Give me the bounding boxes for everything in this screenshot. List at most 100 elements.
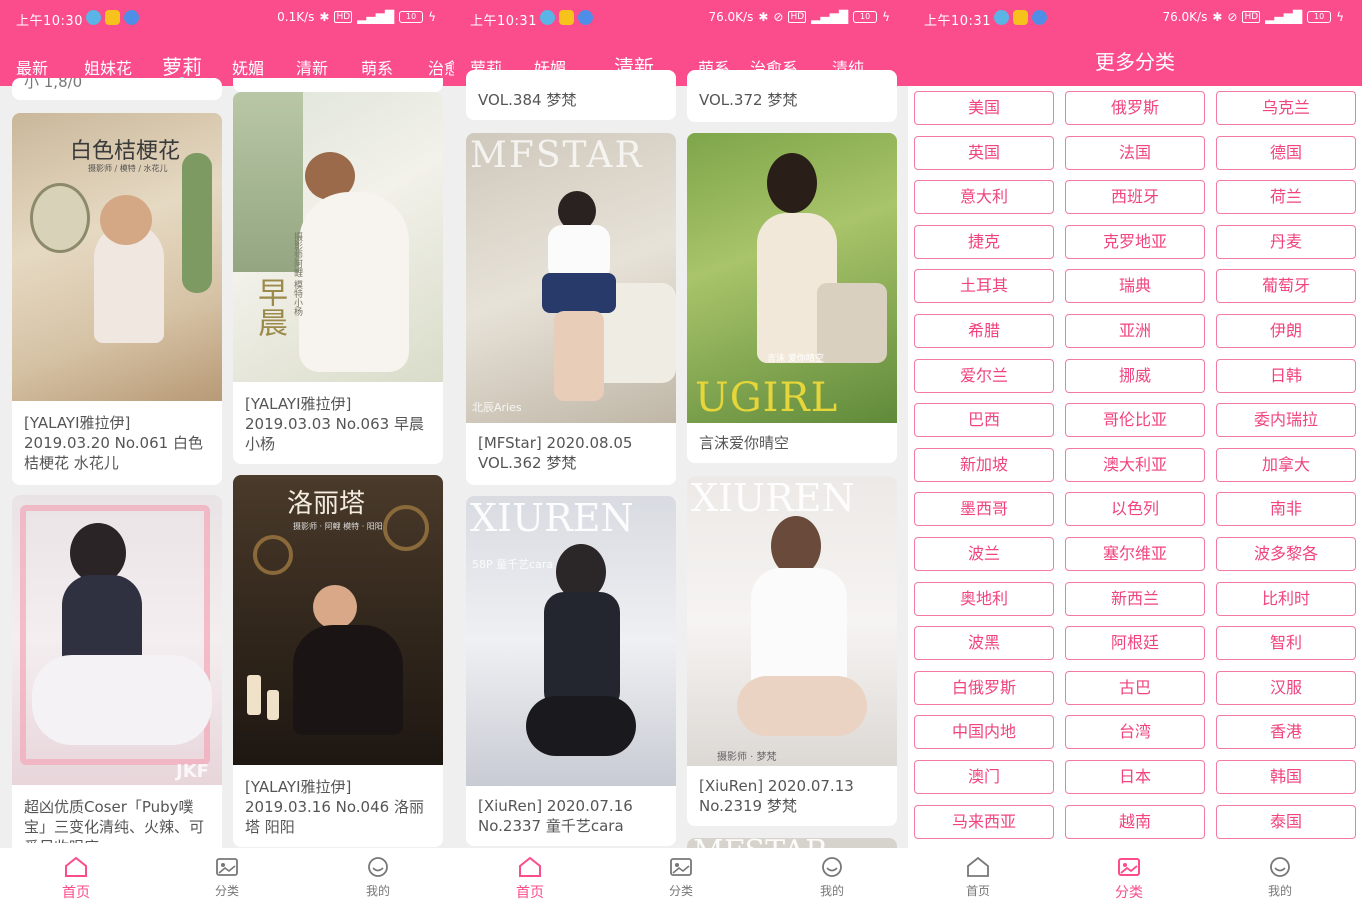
gallery-card[interactable]: 白色桔梗花 摄影师 / 模特 / 水花儿 [YALAYI雅拉伊] 2019.03… <box>12 113 222 485</box>
category-button[interactable]: 越南 <box>1065 804 1205 839</box>
tab-sisters[interactable]: 姐妹花 <box>84 55 132 79</box>
tab-loli[interactable]: 萝莉 <box>162 51 202 80</box>
status-time: 上午10:31 <box>470 14 537 29</box>
gallery-card-peek[interactable]: VOL.372 梦梵 <box>687 70 897 122</box>
nav-mine-label: 我的 <box>819 884 844 898</box>
category-button[interactable]: 新西兰 <box>1065 581 1205 616</box>
cover-overlay-title: XIUREN <box>691 476 855 520</box>
category-button[interactable]: 墨西哥 <box>914 492 1054 527</box>
nav-home[interactable]: 首页 <box>36 856 116 902</box>
category-button[interactable]: 泰国 <box>1216 804 1356 839</box>
tab-fresh[interactable]: 清新 <box>296 55 328 79</box>
gallery-card[interactable]: UGIRL 言沫 爱你晴空 言沫爱你晴空 <box>687 133 897 463</box>
category-button[interactable]: 古巴 <box>1065 670 1205 705</box>
nav-category[interactable]: 分类 <box>641 856 721 899</box>
gallery-card-peek[interactable] <box>233 78 443 92</box>
category-button[interactable]: 奥地利 <box>914 581 1054 616</box>
nav-home[interactable]: 首页 <box>490 856 570 902</box>
category-button[interactable]: 捷克 <box>914 224 1054 259</box>
app-notification-icon <box>105 10 120 25</box>
gallery-card-peek[interactable]: 小 1,8/0 <box>12 78 222 100</box>
category-button[interactable]: 丹麦 <box>1216 224 1356 259</box>
tab-charming[interactable]: 妩媚 <box>232 55 264 79</box>
category-button[interactable]: 瑞典 <box>1065 269 1205 304</box>
category-button[interactable]: 亚洲 <box>1065 314 1205 348</box>
category-button[interactable]: 波黑 <box>914 626 1054 661</box>
category-button[interactable]: 塞尔维亚 <box>1065 537 1205 571</box>
category-button[interactable]: 意大利 <box>914 180 1054 215</box>
category-button[interactable]: 俄罗斯 <box>1065 91 1205 125</box>
category-button[interactable]: 加拿大 <box>1216 447 1356 482</box>
category-button[interactable]: 中国内地 <box>914 715 1054 750</box>
category-button[interactable]: 哥伦比亚 <box>1065 403 1205 438</box>
category-button[interactable]: 荷兰 <box>1216 180 1356 215</box>
category-button[interactable]: 土耳其 <box>914 269 1054 304</box>
nav-mine[interactable]: 我的 <box>1240 856 1320 899</box>
category-button[interactable]: 法国 <box>1065 135 1205 170</box>
head-shape <box>313 585 357 629</box>
category-button[interactable]: 澳大利亚 <box>1065 447 1205 482</box>
gallery-card[interactable]: XIUREN 58P 童千艺cara [XiuRen] 2020.07.16 N… <box>466 496 676 846</box>
category-button[interactable]: 波兰 <box>914 537 1054 571</box>
category-button[interactable]: 白俄罗斯 <box>914 670 1054 705</box>
chair-shape <box>817 283 887 363</box>
category-button[interactable]: 克罗地亚 <box>1065 224 1205 259</box>
nav-category[interactable]: 分类 <box>187 856 267 899</box>
category-button[interactable]: 爱尔兰 <box>914 358 1054 393</box>
hair-shape <box>100 195 152 245</box>
tab-latest[interactable]: 最新 <box>16 55 48 79</box>
category-button[interactable]: 韩国 <box>1216 760 1356 794</box>
nav-home[interactable]: 首页 <box>938 856 1018 899</box>
category-tabs: 最新 姐妹花 萝莉 妩媚 清新 萌系 治愈姐妹花 <box>0 50 454 80</box>
card-title: [XiuRen] 2020.07.16 No.2337 童千艺cara <box>478 797 633 835</box>
gallery-card[interactable]: JKF 超凶优质Coser「Puby噗 宝」三变化清纯、火辣、可 爱尽收眼底 <box>12 495 222 855</box>
nav-mine-label: 我的 <box>365 884 390 898</box>
nav-category-label: 分类 <box>1115 885 1143 901</box>
category-button[interactable]: 委内瑞拉 <box>1216 403 1356 438</box>
gallery-card[interactable]: MFSTAR 北辰Aries [MFStar] 2020.08.05 VOL.3… <box>466 133 676 485</box>
status-time: 上午10:31 <box>924 14 991 29</box>
category-button[interactable]: 巴西 <box>914 403 1054 438</box>
nav-category[interactable]: 分类 <box>1089 856 1169 902</box>
category-button[interactable]: 英国 <box>914 135 1054 170</box>
gear-shape <box>253 535 293 575</box>
gallery-card-peek[interactable]: VOL.384 梦梵 <box>466 70 676 120</box>
category-button[interactable]: 德国 <box>1216 135 1356 170</box>
category-button[interactable]: 乌克兰 <box>1216 91 1356 125</box>
category-button[interactable]: 比利时 <box>1216 581 1356 616</box>
nav-home-label: 首页 <box>62 885 90 901</box>
category-button[interactable]: 智利 <box>1216 626 1356 661</box>
category-button[interactable]: 美国 <box>914 91 1054 125</box>
category-button[interactable]: 葡萄牙 <box>1216 269 1356 304</box>
nav-category-label: 分类 <box>668 884 693 898</box>
category-button[interactable]: 波多黎各 <box>1216 537 1356 571</box>
tab-healing-sisters[interactable]: 治愈姐妹花 <box>428 55 454 79</box>
category-button[interactable]: 汉服 <box>1216 670 1356 705</box>
category-button[interactable]: 以色列 <box>1065 492 1205 527</box>
category-button[interactable]: 挪威 <box>1065 358 1205 393</box>
legs-shape <box>554 311 604 401</box>
gallery-icon <box>216 858 238 876</box>
category-button[interactable]: 日韩 <box>1216 358 1356 393</box>
cover-overlay-sub: 摄影师 / 模特 / 水花儿 <box>88 164 168 173</box>
category-button[interactable]: 马来西亚 <box>914 804 1054 839</box>
category-button[interactable]: 南非 <box>1216 492 1356 527</box>
category-button[interactable]: 新加坡 <box>914 447 1054 482</box>
category-button[interactable]: 阿根廷 <box>1065 626 1205 661</box>
category-button[interactable]: 希腊 <box>914 314 1054 348</box>
app-notification-icon <box>578 10 593 25</box>
tab-cute[interactable]: 萌系 <box>361 55 393 79</box>
category-button[interactable]: 日本 <box>1065 760 1205 794</box>
nav-mine[interactable]: 我的 <box>792 856 872 899</box>
gallery-card[interactable]: 洛丽塔 摄影师 · 阿鲤 模特 · 阳阳 [YALAYI雅拉伊] 2019.03… <box>233 475 443 847</box>
category-button[interactable]: 伊朗 <box>1216 314 1356 348</box>
category-button[interactable]: 西班牙 <box>1065 180 1205 215</box>
gallery-card[interactable]: XIUREN 摄影师 · 梦梵 [XiuRen] 2020.07.13 No.2… <box>687 476 897 826</box>
category-button[interactable]: 香港 <box>1216 715 1356 750</box>
category-button[interactable]: 台湾 <box>1065 715 1205 750</box>
nav-mine[interactable]: 我的 <box>338 856 418 899</box>
category-button[interactable]: 澳门 <box>914 760 1054 794</box>
notification-icons <box>86 10 139 25</box>
plant-shape <box>182 153 212 293</box>
gallery-card[interactable]: 早晨 摄影师阿鲤 模特小杨 [YALAYI雅拉伊] 2019.03.03 No.… <box>233 92 443 464</box>
